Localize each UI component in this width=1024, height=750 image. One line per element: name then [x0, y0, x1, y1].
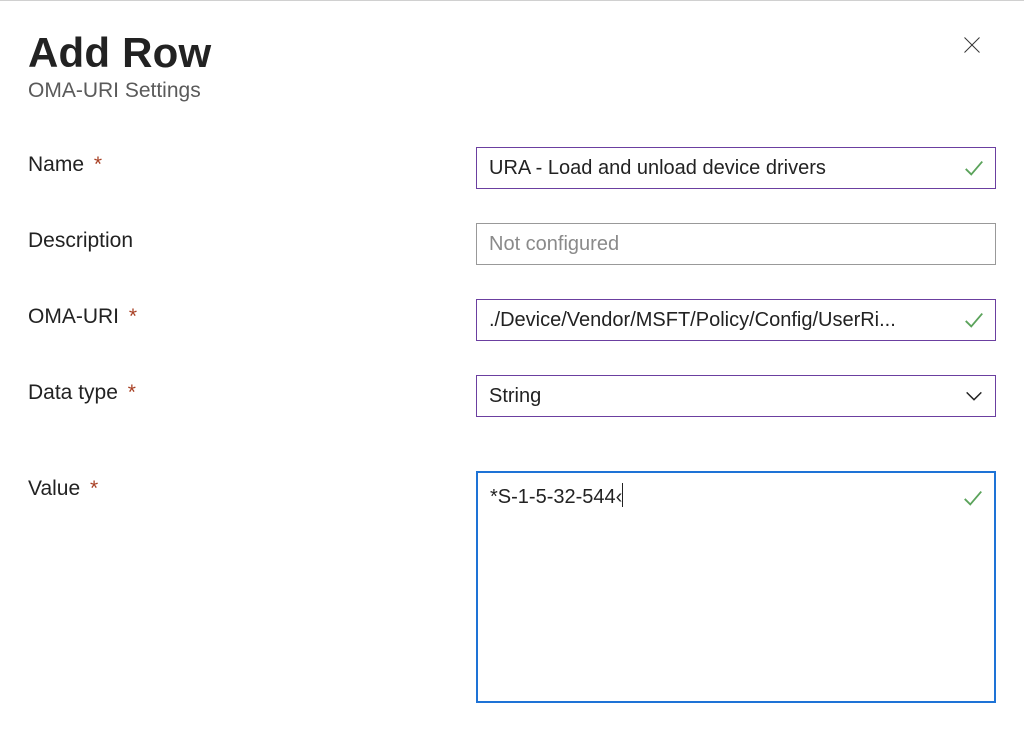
- value-textarea-content: *S-1-5-32-544‹: [478, 473, 994, 519]
- row-name: Name * URA - Load and unload device driv…: [28, 147, 996, 189]
- label-text: OMA-URI: [28, 305, 119, 328]
- check-icon: [963, 309, 985, 331]
- value-textarea[interactable]: *S-1-5-32-544‹: [476, 471, 996, 703]
- close-icon: [962, 35, 982, 55]
- row-value: Value * *S-1-5-32-544‹: [28, 471, 996, 703]
- check-icon: [963, 157, 985, 179]
- add-row-panel: Add Row OMA-URI Settings Name * URA - Lo…: [0, 0, 1024, 750]
- data-type-value: String: [489, 385, 951, 408]
- required-marker: *: [128, 381, 136, 404]
- close-button[interactable]: [954, 27, 990, 63]
- text-caret: [622, 483, 623, 507]
- label-text: Description: [28, 229, 133, 252]
- label-data-type: Data type *: [28, 375, 476, 405]
- panel-title: Add Row: [28, 29, 996, 77]
- description-placeholder: Not configured: [489, 233, 951, 256]
- check-icon: [962, 487, 984, 509]
- row-data-type: Data type * String: [28, 375, 996, 417]
- name-input[interactable]: URA - Load and unload device drivers: [476, 147, 996, 189]
- label-oma-uri: OMA-URI *: [28, 299, 476, 329]
- oma-uri-form: Name * URA - Load and unload device driv…: [28, 147, 996, 703]
- required-marker: *: [94, 153, 102, 176]
- oma-uri-input[interactable]: ./Device/Vendor/MSFT/Policy/Config/UserR…: [476, 299, 996, 341]
- data-type-select[interactable]: String: [476, 375, 996, 417]
- panel-subtitle: OMA-URI Settings: [28, 79, 996, 103]
- required-marker: *: [129, 305, 137, 328]
- label-text: Name: [28, 153, 84, 176]
- value-text: *S-1-5-32-544‹: [490, 486, 622, 508]
- label-text: Value: [28, 477, 80, 500]
- description-input[interactable]: Not configured: [476, 223, 996, 265]
- label-name: Name *: [28, 147, 476, 177]
- oma-uri-value: ./Device/Vendor/MSFT/Policy/Config/UserR…: [489, 309, 951, 332]
- required-marker: *: [90, 477, 98, 500]
- label-value: Value *: [28, 471, 476, 501]
- name-input-value: URA - Load and unload device drivers: [489, 157, 951, 180]
- label-text: Data type: [28, 381, 118, 404]
- row-description: Description Not configured: [28, 223, 996, 265]
- chevron-down-icon: [963, 385, 985, 407]
- label-description: Description: [28, 223, 476, 253]
- row-oma-uri: OMA-URI * ./Device/Vendor/MSFT/Policy/Co…: [28, 299, 996, 341]
